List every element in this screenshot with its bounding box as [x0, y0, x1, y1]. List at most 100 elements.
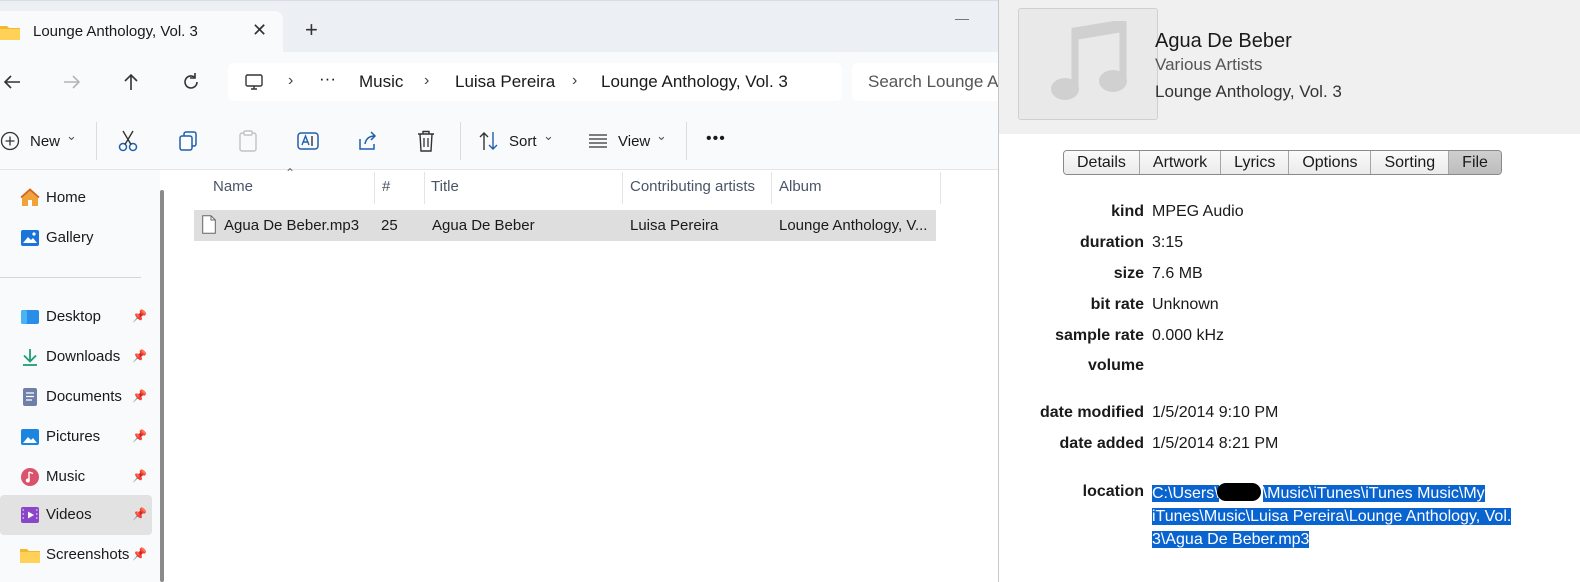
search-placeholder: Search Lounge Anthology, Vol. 3: [868, 72, 1012, 91]
search-box[interactable]: Search Lounge Anthology, Vol. 3: [852, 63, 1012, 101]
file-name-cell: Agua De Beber.mp3: [224, 217, 360, 234]
column-header-contributing-artists[interactable]: Contributing artists: [630, 178, 755, 195]
view-icon[interactable]: [587, 129, 609, 153]
delete-icon[interactable]: [415, 129, 437, 153]
file-list: ⌃ Name # Title Contributing artists Albu…: [175, 166, 1000, 582]
sort-ascending-caret-icon: ⌃: [285, 166, 296, 180]
pin-icon[interactable]: 📌: [132, 429, 147, 443]
pin-icon[interactable]: 📌: [132, 309, 147, 323]
location-label: location: [1082, 483, 1144, 500]
cut-icon[interactable]: [117, 129, 139, 153]
sidebar-item-label: Documents: [46, 388, 122, 405]
title-cell: Agua De Beber: [432, 217, 535, 234]
breadcrumb-overflow-button[interactable]: ···: [319, 69, 336, 89]
sample-rate-value: 0.000 kHz: [1152, 327, 1225, 344]
info-tabs: Details Artwork Lyrics Options Sorting F…: [1063, 150, 1502, 175]
sidebar-item-label: Screenshots: [46, 546, 130, 563]
new-button[interactable]: New: [30, 133, 60, 150]
refresh-icon[interactable]: [179, 70, 203, 94]
column-divider[interactable]: [374, 172, 375, 204]
sidebar-item-home[interactable]: Home: [0, 178, 152, 218]
minimize-button[interactable]: [955, 19, 969, 20]
song-album: Lounge Anthology, Vol. 3: [1155, 82, 1342, 101]
track-number-cell: 25: [381, 217, 398, 234]
duration-value: 3:15: [1152, 234, 1184, 251]
sample-rate-label: sample rate: [1055, 327, 1144, 344]
sidebar-divider: [0, 277, 141, 278]
date-added-value: 1/5/2014 8:21 PM: [1152, 435, 1279, 452]
tab-lyrics[interactable]: Lyrics: [1221, 151, 1290, 174]
column-header-title[interactable]: Title: [431, 178, 459, 195]
chevron-down-icon[interactable]: ⌄: [66, 128, 77, 144]
music-icon: [21, 468, 39, 486]
sidebar-scrollbar[interactable]: [160, 190, 164, 582]
copy-icon[interactable]: [177, 129, 199, 153]
song-artist: Various Artists: [1155, 55, 1263, 74]
view-button[interactable]: View: [618, 133, 650, 150]
column-header-name[interactable]: Name: [213, 178, 253, 195]
rename-icon[interactable]: [296, 129, 320, 153]
sidebar-item-documents[interactable]: Documents 📌: [0, 377, 152, 417]
paste-icon[interactable]: [237, 129, 259, 153]
sort-icon[interactable]: [478, 129, 500, 153]
sidebar-item-label: Desktop: [46, 308, 102, 325]
file-explorer-window: Lounge Anthology, Vol. 3 ✕ + › ··· Music…: [0, 0, 1012, 582]
column-header-album[interactable]: Album: [779, 178, 822, 195]
bit-rate-value: Unknown: [1152, 296, 1219, 313]
kind-label: kind: [1111, 203, 1144, 220]
album-artwork-placeholder[interactable]: [1018, 8, 1158, 120]
pin-icon[interactable]: 📌: [132, 507, 147, 521]
column-divider[interactable]: [771, 172, 772, 204]
tab-file[interactable]: File: [1449, 151, 1501, 174]
breadcrumb-luisa-pereira[interactable]: Luisa Pereira: [455, 72, 555, 92]
more-options-button[interactable]: •••: [706, 130, 726, 148]
tab-artwork[interactable]: Artwork: [1139, 151, 1222, 174]
pin-icon[interactable]: 📌: [132, 469, 147, 483]
tab-options[interactable]: Options: [1289, 151, 1372, 174]
tab-sorting[interactable]: Sorting: [1371, 151, 1450, 174]
folder-icon: [0, 26, 20, 40]
documents-icon: [23, 388, 37, 406]
back-arrow-icon[interactable]: [0, 70, 24, 94]
pin-icon[interactable]: 📌: [132, 547, 147, 561]
location-value[interactable]: C:\Users\ \Music\iTunes\iTunes Music\My i…: [1152, 482, 1552, 551]
info-header: Agua De Beber Various Artists Lounge Ant…: [999, 0, 1580, 134]
breadcrumb-music[interactable]: Music: [359, 72, 403, 92]
sidebar-item-music[interactable]: Music 📌: [0, 457, 152, 497]
sidebar-item-videos[interactable]: Videos 📌: [0, 495, 152, 535]
sidebar-item-downloads[interactable]: Downloads 📌: [0, 337, 152, 377]
column-header-number[interactable]: #: [382, 178, 390, 195]
new-tab-button[interactable]: +: [305, 19, 318, 41]
sidebar-item-screenshots[interactable]: Screenshots 📌: [0, 535, 152, 575]
sidebar-item-label: Downloads: [46, 348, 121, 365]
command-bar: New ⌄ Sort ⌄ View ⌄ •••: [0, 112, 1000, 170]
chevron-down-icon[interactable]: ⌄: [543, 128, 554, 144]
location-path-start: C:\Users\: [1152, 485, 1219, 502]
address-bar[interactable]: › ··· Music › Luisa Pereira › Lounge Ant…: [228, 63, 842, 101]
sidebar-item-pictures[interactable]: Pictures 📌: [0, 417, 152, 457]
pin-icon[interactable]: 📌: [132, 389, 147, 403]
this-pc-icon[interactable]: [244, 72, 264, 92]
toolbar-divider: [686, 122, 687, 160]
share-icon[interactable]: [356, 129, 380, 153]
sidebar-item-desktop[interactable]: Desktop 📌: [0, 297, 152, 337]
sidebar-item-label: Music: [46, 468, 86, 485]
breadcrumb-separator: ›: [288, 72, 294, 89]
column-divider[interactable]: [940, 172, 941, 204]
tab-details[interactable]: Details: [1064, 151, 1140, 174]
forward-arrow-icon[interactable]: [60, 70, 84, 94]
sidebar-item-label: Home: [46, 189, 87, 206]
close-tab-icon[interactable]: ✕: [252, 20, 267, 41]
sort-button[interactable]: Sort: [509, 133, 537, 150]
tab-lounge-anthology[interactable]: Lounge Anthology, Vol. 3 ✕: [0, 11, 283, 53]
sidebar-item-label: Videos: [46, 506, 92, 523]
sidebar-item-gallery[interactable]: Gallery: [0, 218, 152, 258]
table-row[interactable]: Agua De Beber.mp3 25 Agua De Beber Luisa…: [194, 210, 936, 241]
breadcrumb-lounge-anthology[interactable]: Lounge Anthology, Vol. 3: [601, 72, 788, 92]
new-plus-icon[interactable]: [0, 129, 20, 153]
column-divider[interactable]: [424, 172, 425, 204]
pin-icon[interactable]: 📌: [132, 349, 147, 363]
chevron-down-icon[interactable]: ⌄: [656, 128, 667, 144]
column-divider[interactable]: [622, 172, 623, 204]
up-arrow-icon[interactable]: [119, 70, 143, 94]
